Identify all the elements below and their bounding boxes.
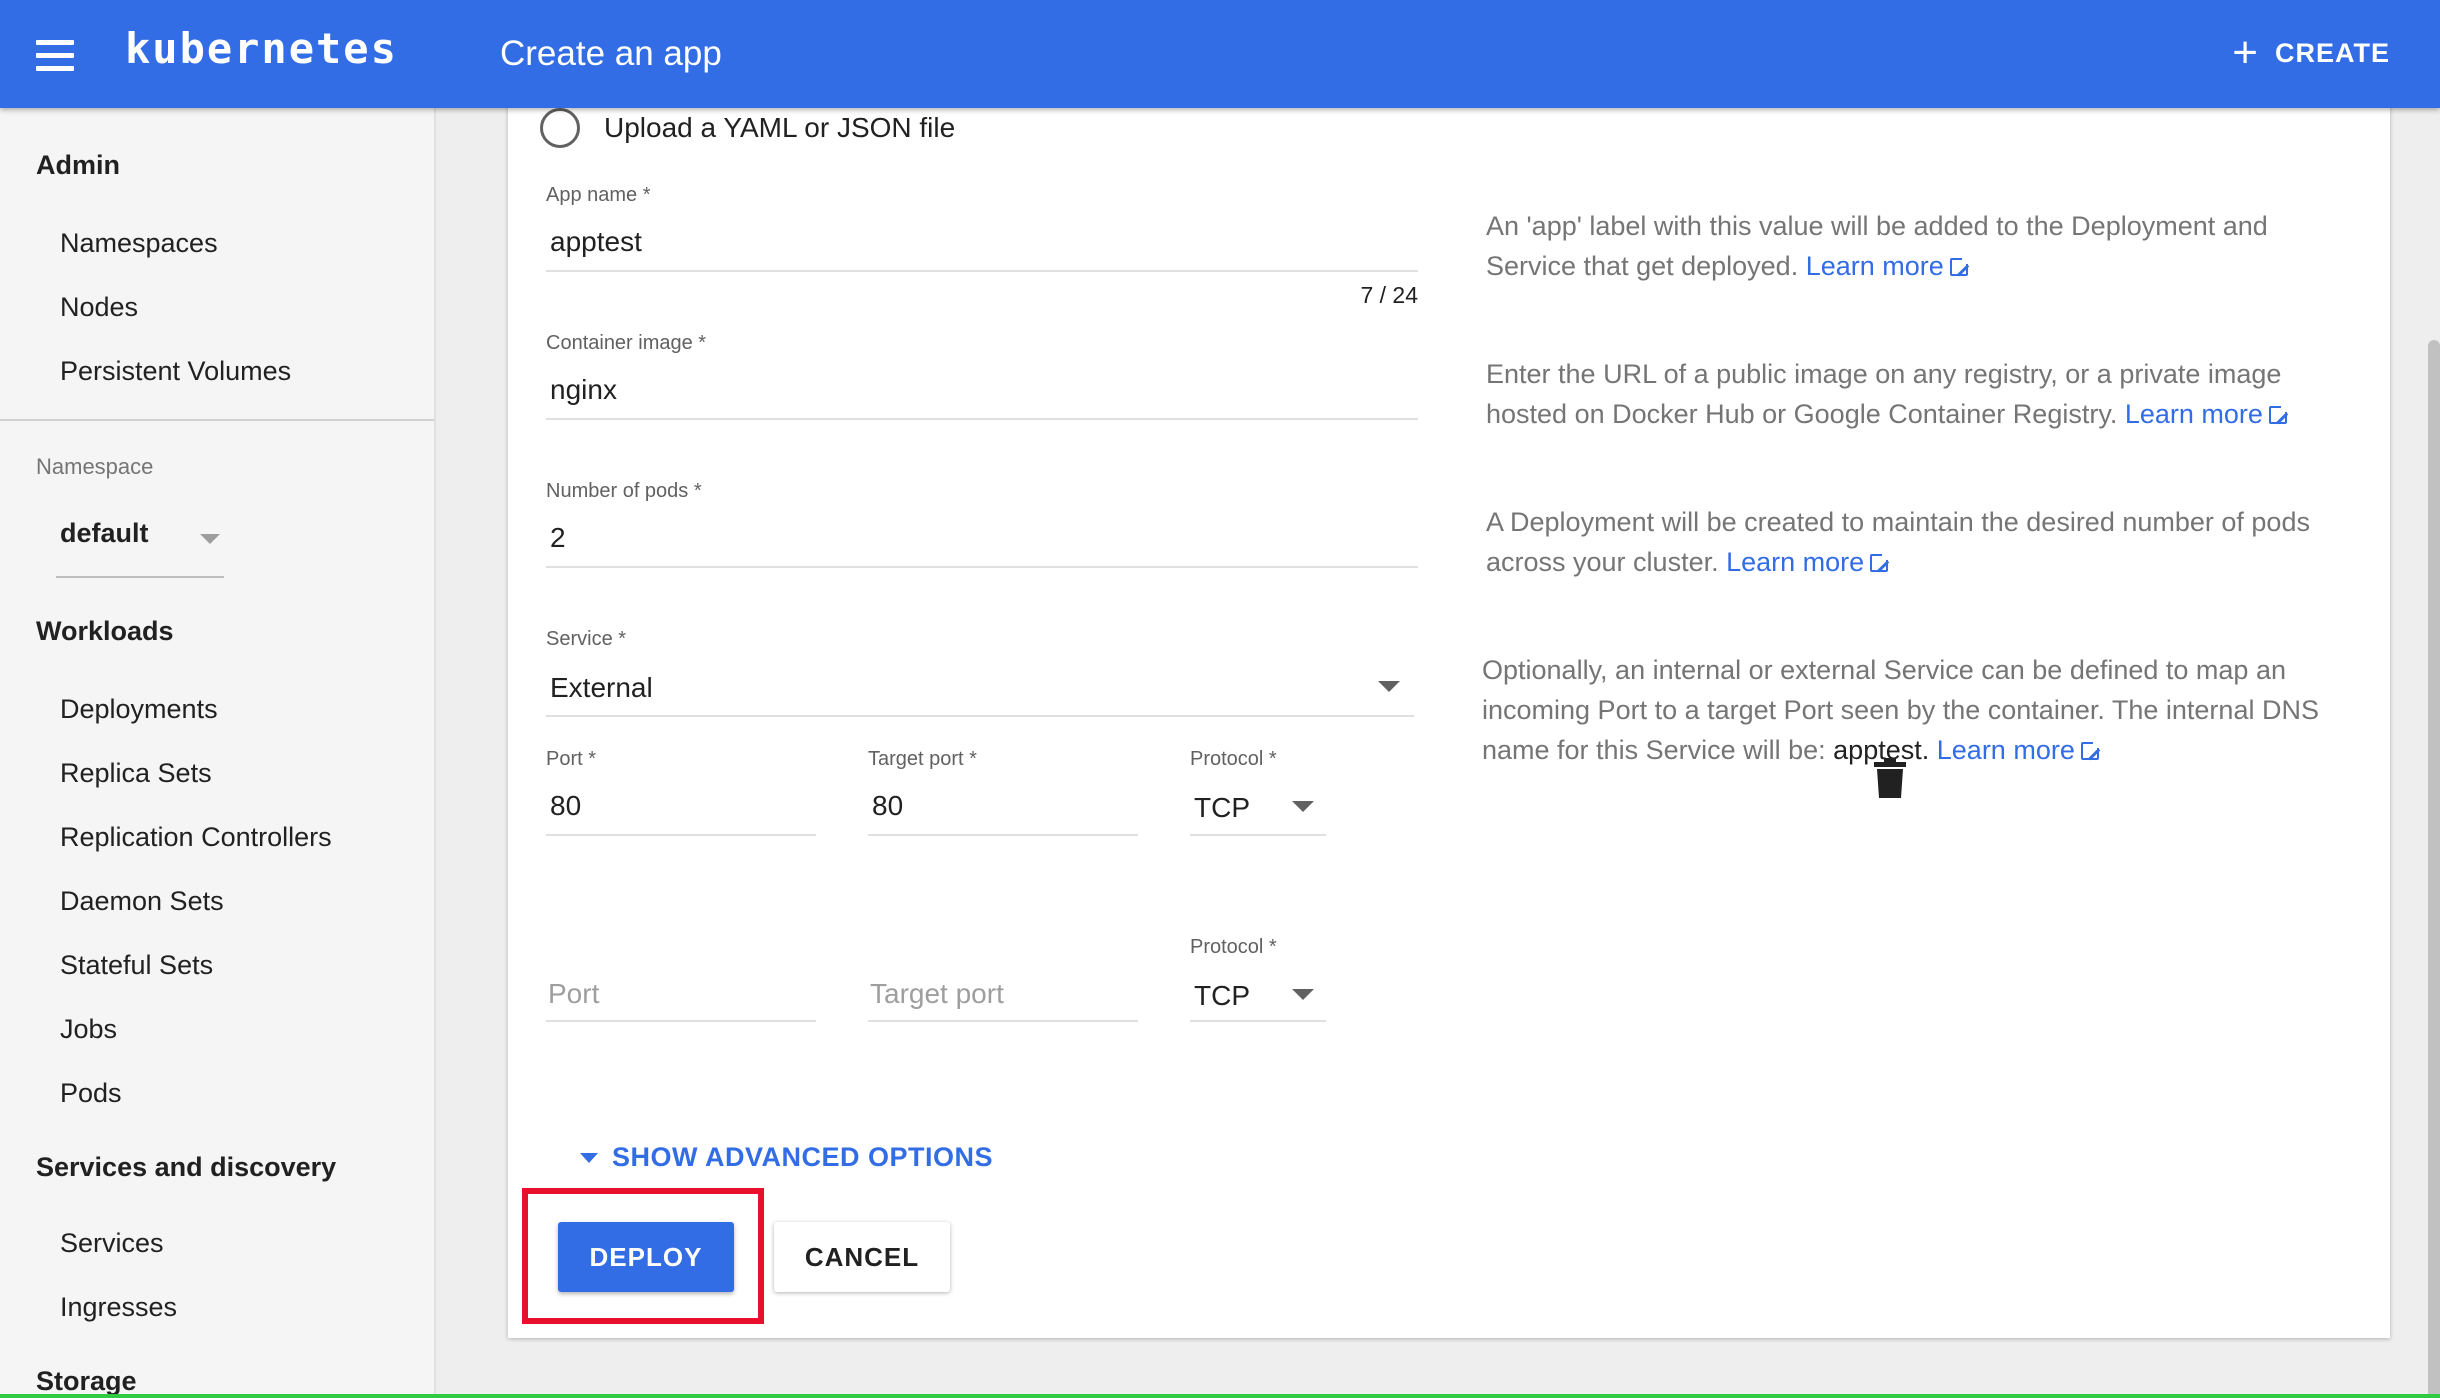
sidebar-divider: [0, 419, 434, 421]
port-underline: [546, 834, 816, 836]
sidebar-item-deployments[interactable]: Deployments: [60, 694, 218, 725]
top-app-bar: kubernetes Create an app + CREATE: [0, 0, 2440, 108]
learn-more-link-label: Learn more: [2124, 399, 2263, 429]
chevron-down-icon[interactable]: [1292, 801, 1314, 812]
container-image-label: Container image *: [546, 332, 707, 354]
page-title: Create an app: [500, 34, 722, 73]
pods-label: Number of pods *: [546, 480, 702, 502]
upload-file-option[interactable]: Upload a YAML or JSON file: [540, 106, 955, 150]
plus-icon: +: [2232, 28, 2259, 77]
sidebar-item-replica-sets[interactable]: Replica Sets: [60, 758, 212, 789]
external-link-icon: [2268, 404, 2289, 424]
pods-underline: [546, 566, 1418, 568]
sidebar-item-nodes[interactable]: Nodes: [60, 292, 138, 323]
learn-more-link-label: Learn more: [1726, 547, 1865, 577]
protocol-select[interactable]: TCP: [1194, 980, 1250, 1012]
app-name-label: App name *: [546, 184, 651, 206]
show-advanced-options-toggle[interactable]: SHOW ADVANCED OPTIONS: [580, 1142, 993, 1173]
external-link-icon: [2080, 740, 2101, 760]
upload-file-option-label: Upload a YAML or JSON file: [604, 112, 956, 143]
sidebar-heading-admin[interactable]: Admin: [36, 150, 120, 181]
app-name-underline: [546, 270, 1418, 272]
sidebar-item-persistent-volumes[interactable]: Persistent Volumes: [60, 356, 291, 387]
sidebar-item-jobs[interactable]: Jobs: [60, 1014, 117, 1045]
pods-help-text: A Deployment will be created to maintain…: [1486, 507, 2310, 577]
learn-more-link-label: Learn more: [1805, 251, 1944, 281]
sidebar-nav: Admin Namespaces Nodes Persistent Volume…: [0, 108, 436, 1398]
app-name-input[interactable]: apptest: [550, 226, 642, 258]
service-select[interactable]: External: [550, 672, 653, 704]
cancel-button[interactable]: CANCEL: [774, 1222, 950, 1292]
target-port-input[interactable]: 80: [872, 790, 903, 822]
port-input-empty[interactable]: Port: [548, 978, 599, 1010]
learn-more-link[interactable]: Learn more: [2124, 399, 2289, 429]
protocol-underline: [1190, 1020, 1326, 1022]
sidebar-item-pods[interactable]: Pods: [60, 1078, 122, 1109]
target-port-underline: [868, 834, 1138, 836]
service-underline: [546, 715, 1414, 717]
chevron-down-icon[interactable]: [1292, 989, 1314, 1000]
brand-logo[interactable]: kubernetes: [125, 24, 398, 73]
app-name-help: An 'app' label with this value will be a…: [1486, 206, 2346, 286]
external-link-icon: [1949, 256, 1970, 276]
hamburger-menu-icon[interactable]: [22, 22, 88, 88]
container-image-help: Enter the URL of a public image on any r…: [1486, 354, 2346, 434]
service-help: Optionally, an internal or external Serv…: [1482, 650, 2362, 770]
target-port-label: Target port *: [868, 748, 977, 770]
sidebar-heading-storage[interactable]: Storage: [36, 1366, 137, 1397]
learn-more-link[interactable]: Learn more: [1726, 547, 1891, 577]
deploy-button[interactable]: DEPLOY: [558, 1222, 734, 1292]
external-link-icon: [1870, 552, 1891, 572]
target-port-input-empty[interactable]: Target port: [870, 978, 1004, 1010]
sidebar-heading-workloads[interactable]: Workloads: [36, 616, 174, 647]
protocol-label: Protocol *: [1190, 936, 1277, 958]
create-button-label: CREATE: [2274, 37, 2390, 68]
service-dns-period: .: [1921, 735, 1930, 765]
radio-button-icon[interactable]: [540, 108, 580, 148]
port-underline: [546, 1020, 816, 1022]
sidebar-item-daemon-sets[interactable]: Daemon Sets: [60, 886, 224, 917]
learn-more-link-label: Learn more: [1936, 735, 2075, 765]
protocol-label: Protocol *: [1190, 748, 1277, 770]
sidebar-heading-services-discovery[interactable]: Services and discovery: [36, 1152, 336, 1183]
pods-help: A Deployment will be created to maintain…: [1486, 502, 2346, 582]
container-image-underline: [546, 418, 1418, 420]
learn-more-link[interactable]: Learn more: [1805, 251, 1970, 281]
create-app-form-card: Upload a YAML or JSON file App name * ap…: [508, 70, 2390, 1338]
namespace-select[interactable]: default: [56, 508, 224, 578]
chevron-down-icon[interactable]: [1378, 681, 1400, 692]
learn-more-link[interactable]: Learn more: [1936, 735, 2101, 765]
create-button[interactable]: + CREATE: [2232, 24, 2390, 82]
page-scrollbar[interactable]: [2428, 340, 2440, 1398]
service-label: Service *: [546, 628, 627, 650]
show-advanced-options-label: SHOW ADVANCED OPTIONS: [612, 1142, 994, 1172]
app-name-char-counter: 7 / 24: [1360, 282, 1418, 308]
bottom-accent-line: [0, 1394, 2440, 1398]
triangle-down-icon: [580, 1152, 598, 1163]
trash-icon[interactable]: [1874, 758, 1906, 798]
protocol-select[interactable]: TCP: [1194, 792, 1250, 824]
target-port-underline: [868, 1020, 1138, 1022]
namespace-label: Namespace: [36, 454, 154, 479]
pods-input[interactable]: 2: [550, 522, 566, 554]
container-image-input[interactable]: nginx: [550, 374, 617, 406]
sidebar-item-ingresses[interactable]: Ingresses: [60, 1292, 177, 1323]
protocol-underline: [1190, 834, 1326, 836]
chevron-down-icon: [200, 534, 220, 544]
namespace-select-value: default: [60, 518, 149, 548]
sidebar-item-services[interactable]: Services: [60, 1228, 164, 1259]
port-input[interactable]: 80: [550, 790, 581, 822]
port-label: Port *: [546, 748, 597, 770]
sidebar-item-namespaces[interactable]: Namespaces: [60, 228, 218, 259]
sidebar-item-stateful-sets[interactable]: Stateful Sets: [60, 950, 213, 981]
sidebar-item-replication-controllers[interactable]: Replication Controllers: [60, 822, 332, 853]
